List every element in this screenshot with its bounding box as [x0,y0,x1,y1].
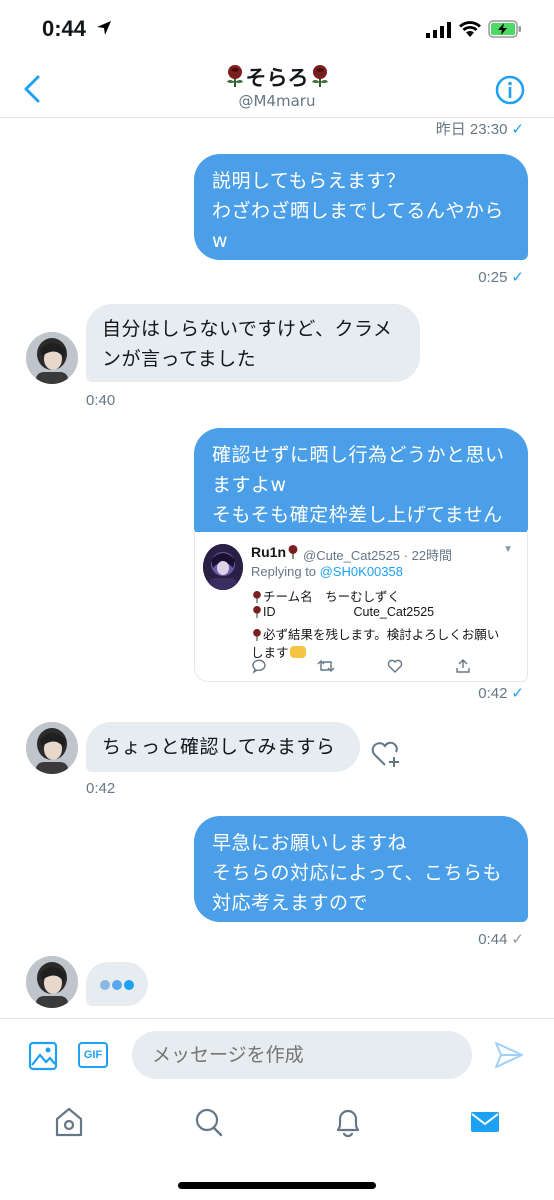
info-icon[interactable] [494,74,526,106]
rose-emoji-icon [226,65,243,87]
avatar[interactable] [26,722,78,774]
typing-dot [100,980,110,990]
outgoing-message[interactable]: 説明してもらえます？ わざわざ晒しまでしてるんやから w [194,154,528,260]
tweet-author-avatar[interactable] [203,544,243,590]
image-icon[interactable] [28,1041,58,1071]
message-timestamp: 昨日 23:30 ✓ [436,118,524,139]
sent-check-icon: ✓ [511,931,524,948]
tweet-author-name[interactable]: Ru1n [251,544,300,560]
read-check-icon: ✓ [511,269,524,286]
tweet-replying-to: Replying to @SH0K00358 [251,564,403,579]
mail-icon[interactable] [470,1106,500,1138]
share-icon[interactable] [455,658,471,679]
status-bar: 0:44 [0,0,554,56]
heart-add-icon[interactable] [370,738,402,770]
conversation-name: そらろ [245,66,309,90]
timestamp-text: 0:25 [478,269,508,286]
conversation-header: そらろ @M4maru [0,56,554,118]
bell-icon[interactable] [334,1106,362,1138]
conversation-handle: @M4maru [238,92,316,110]
rose-emoji-icon [253,606,261,618]
message-timestamp: 0:44 ✓ [478,930,524,948]
search-icon[interactable] [194,1106,224,1138]
tweet-text-line: 必ず結果を残します。検討よろしくお願い [251,624,499,643]
read-check-icon: ✓ [511,121,524,138]
status-time: 0:44 [42,16,87,41]
timestamp-text: 0:44 [478,931,508,948]
message-composer: GIF [0,1018,554,1092]
quoted-tweet-card[interactable]: Ru1n @Cute_Cat2525 · 22時間 ▼ Replying to … [194,532,528,682]
retweet-icon[interactable] [317,658,335,679]
incoming-message[interactable]: 自分はしらないですけど、クラメ ンが言ってました [86,304,420,382]
home-icon[interactable] [54,1106,84,1138]
typing-dot [112,980,122,990]
tweet-text-line: ID Cute_Cat2525 [251,605,434,619]
rose-emoji-icon [253,591,261,603]
typing-dot [124,980,134,990]
conversation-title[interactable]: そらろ [0,62,554,92]
home-indicator [178,1182,376,1189]
message-timestamp: 0:40 [86,392,116,409]
like-icon[interactable] [387,658,403,679]
tweet-author-handle: @Cute_Cat2525 · 22時間 [303,548,453,563]
tweet-text-line: チーム名 ちーむしずく [251,586,400,605]
tweet-actions [251,658,511,676]
typing-indicator [86,962,148,1006]
reply-icon[interactable] [251,658,267,679]
gif-icon[interactable]: GIF [78,1042,108,1068]
read-check-icon: ✓ [511,685,524,702]
battery-icon [488,20,521,38]
hands-emoji-icon [289,646,306,658]
timestamp-text: 昨日 23:30 [435,121,508,138]
timestamp-text: 0:42 [478,685,508,702]
rose-emoji-icon [288,545,298,559]
outgoing-message[interactable]: 確認せずに晒し行為どうかと思い ますよw そもそも確定枠差し上げてません [194,428,528,534]
message-input[interactable] [132,1031,472,1079]
send-icon[interactable] [494,1041,524,1069]
avatar[interactable] [26,956,78,1008]
incoming-message[interactable]: ちょっと確認してみますら [86,722,360,772]
outgoing-message[interactable]: 早急にお願いしますね そちらの対応によって、こちらも 対応考えますので [194,816,528,922]
rose-emoji-icon [311,65,328,87]
rose-emoji-icon [253,629,261,641]
wifi-icon [459,21,481,37]
message-timestamp: 0:42 [86,780,116,797]
signal-icon [426,22,451,38]
message-timestamp: 0:42 ✓ [478,684,524,702]
message-timestamp: 0:25 ✓ [478,268,524,286]
avatar[interactable] [26,332,78,384]
chevron-down-icon[interactable]: ▼ [503,544,513,555]
replying-to-link[interactable]: @SH0K00358 [320,564,403,579]
location-arrow-icon [97,21,111,35]
